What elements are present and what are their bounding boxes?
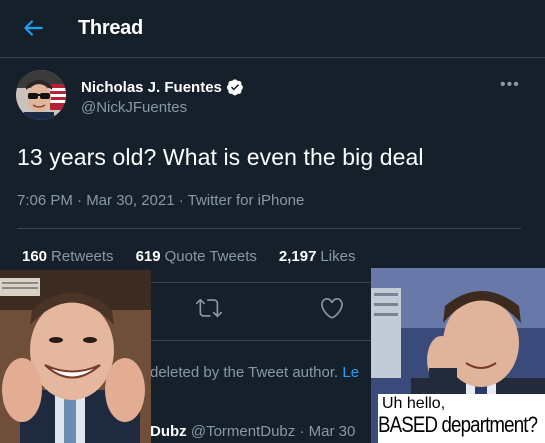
retweets-count: 160 — [22, 248, 48, 265]
quote-tweets-count: 619 — [135, 248, 161, 265]
author-handle[interactable]: @NickJFuentes — [81, 99, 187, 116]
page-title: Thread — [78, 17, 143, 39]
quote-tweets-stat[interactable]: 619 Quote Tweets — [136, 248, 257, 265]
deleted-text: deleted by the Tweet author. — [150, 364, 339, 381]
divider — [17, 228, 521, 229]
author-name[interactable]: Nicholas J. Fuentes — [81, 79, 222, 96]
likes-label: Likes — [320, 248, 356, 265]
tweet-timestamp[interactable]: 7:06 PM · Mar 30, 2021 · Twitter for iPh… — [17, 192, 304, 209]
retweet-icon[interactable] — [196, 295, 222, 321]
tweet-author: Nicholas J. Fuentes @NickJFuentes ••• — [0, 70, 545, 126]
back-arrow-icon[interactable] — [20, 15, 46, 41]
reply-author-handle[interactable]: @TormentDubz — [191, 423, 295, 440]
learn-more-link[interactable]: Le — [342, 364, 359, 381]
likes-count: 2,197 — [278, 248, 317, 265]
reply-author-name[interactable]: Dubz — [150, 423, 187, 440]
verified-badge-icon — [226, 79, 243, 96]
tweet-stats: 160 Retweets 619 Quote Tweets 2,197 Likes — [22, 248, 377, 265]
like-heart-icon[interactable] — [319, 295, 345, 321]
more-options-icon[interactable]: ••• — [500, 76, 520, 94]
meme-caption-line2: BASED department? — [378, 412, 538, 437]
retweets-stat[interactable]: 160 Retweets — [22, 248, 114, 265]
meme-caption-line1: Uh hello, — [382, 395, 446, 412]
tweet-text: 13 years old? What is even the big deal — [17, 144, 424, 170]
meme-image-left — [0, 270, 151, 443]
avatar[interactable] — [16, 70, 66, 120]
reply-author-line: Dubz @TormentDubz · Mar 30 — [150, 423, 355, 440]
quote-tweets-label: Quote Tweets — [164, 248, 257, 265]
top-bar: Thread — [0, 0, 545, 58]
deleted-tweet-notice: deleted by the Tweet author. Le — [150, 364, 359, 381]
reply-date: · Mar 30 — [299, 423, 356, 440]
retweets-label: Retweets — [51, 248, 114, 265]
likes-stat[interactable]: 2,197 Likes — [279, 248, 356, 265]
